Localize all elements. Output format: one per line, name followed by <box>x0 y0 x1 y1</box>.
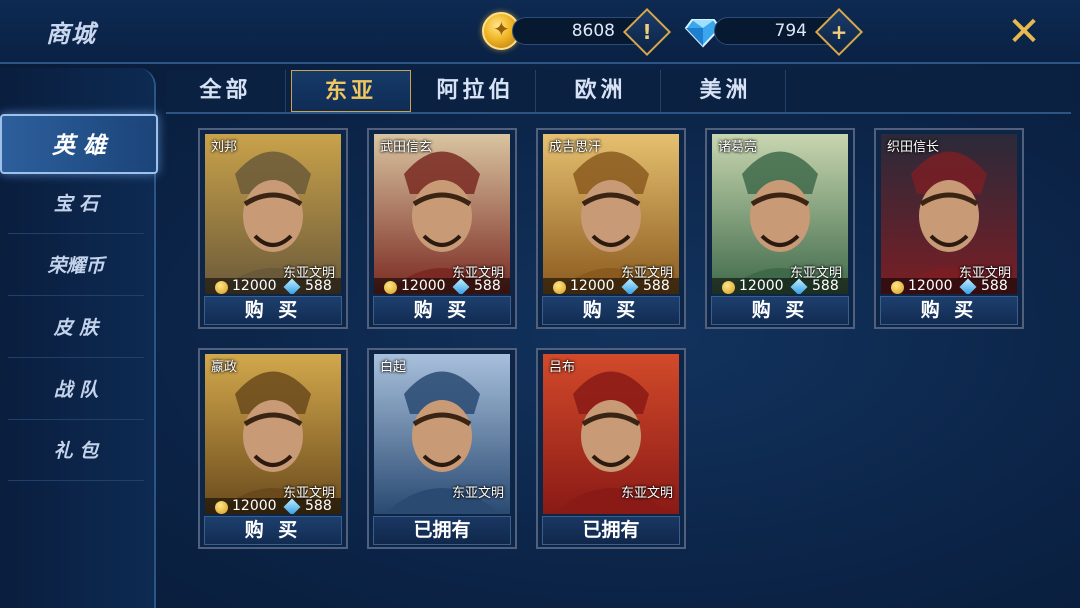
buy-button[interactable]: 购 买 <box>880 296 1018 325</box>
diamond-icon <box>452 278 470 294</box>
gold-price: 12000 <box>232 278 277 294</box>
gold-coin-icon <box>891 281 904 294</box>
exclamation-icon: ! <box>642 20 652 44</box>
gold-coin-icon <box>553 281 566 294</box>
diamond-icon <box>283 278 301 294</box>
sidebar-item-teams[interactable]: 战 队 <box>8 360 144 420</box>
hero-name: 吕布 <box>549 360 576 375</box>
gold-coin-icon <box>384 281 397 294</box>
hero-card[interactable]: 武田信玄 东亚文明 12000 588 购 买 <box>367 128 517 329</box>
gold-coin-icon <box>722 281 735 294</box>
close-button[interactable]: ✕ <box>1004 12 1044 52</box>
price-row: 12000 588 <box>205 498 341 514</box>
hero-name: 成吉思汗 <box>549 140 602 155</box>
hero-card[interactable]: 诸葛亮 东亚文明 12000 588 购 买 <box>705 128 855 329</box>
region-tabs: 全部 东亚 阿拉伯 欧洲 美洲 <box>166 70 1071 114</box>
tab-all[interactable]: 全部 <box>166 70 286 112</box>
category-sidebar: 英 雄 宝 石 荣耀币 皮 肤 战 队 礼 包 <box>0 68 158 608</box>
hero-portrait: 武田信玄 东亚文明 12000 588 <box>374 134 510 294</box>
hero-card[interactable]: 白起东亚文明已拥有 <box>367 348 517 549</box>
tab-americas[interactable]: 美洲 <box>666 70 786 112</box>
gold-price: 12000 <box>739 278 784 294</box>
hero-portrait: 诸葛亮 东亚文明 12000 588 <box>712 134 848 294</box>
hero-portrait: 吕布东亚文明 <box>543 354 679 514</box>
diamond-amount: 794 <box>774 21 807 41</box>
hero-card[interactable]: 织田信长 东亚文明 12000 588 购 买 <box>874 128 1024 329</box>
tab-arabia[interactable]: 阿拉伯 <box>416 70 536 112</box>
hero-card[interactable]: 吕布东亚文明已拥有 <box>536 348 686 549</box>
tab-europe[interactable]: 欧洲 <box>541 70 661 112</box>
hero-name: 诸葛亮 <box>718 140 758 155</box>
sidebar-item-skins[interactable]: 皮 肤 <box>8 298 144 358</box>
hero-card[interactable]: 刘邦 东亚文明 12000 588 购 买 <box>198 128 348 329</box>
gold-amount: 8608 <box>571 21 615 41</box>
diamond-price: 588 <box>474 278 501 294</box>
tab-east-asia[interactable]: 东亚 <box>291 70 411 112</box>
diamond-price: 588 <box>981 278 1008 294</box>
buy-button[interactable]: 购 买 <box>711 296 849 325</box>
hero-name: 武田信玄 <box>380 140 433 155</box>
price-row: 12000 588 <box>712 278 848 294</box>
gold-price: 12000 <box>570 278 615 294</box>
sidebar-item-packs[interactable]: 礼 包 <box>8 421 144 481</box>
sidebar-item-heroes[interactable]: 英 雄 <box>0 114 158 174</box>
plus-icon: + <box>830 20 848 44</box>
buy-button[interactable]: 购 买 <box>204 516 342 545</box>
add-diamond-button[interactable]: + <box>814 7 864 57</box>
owned-label-button: 已拥有 <box>542 516 680 545</box>
diamond-price: 588 <box>305 498 332 514</box>
civilization-label: 东亚文明 <box>451 486 504 501</box>
price-row: 12000 588 <box>543 278 679 294</box>
hero-portrait: 嬴政 东亚文明 12000 588 <box>205 354 341 514</box>
gold-coin-icon <box>215 281 228 294</box>
hero-name: 刘邦 <box>211 140 238 155</box>
hero-portrait: 刘邦 东亚文明 12000 588 <box>205 134 341 294</box>
owned-label-button: 已拥有 <box>373 516 511 545</box>
gold-coin-icon <box>215 501 228 514</box>
hero-card[interactable]: 嬴政 东亚文明 12000 588 购 买 <box>198 348 348 549</box>
hero-card[interactable]: 成吉思汗 东亚文明 12000 588 购 买 <box>536 128 686 329</box>
civilization-label: 东亚文明 <box>620 486 673 501</box>
close-icon: ✕ <box>1007 9 1041 55</box>
price-row: 12000 588 <box>374 278 510 294</box>
diamond-icon <box>621 278 639 294</box>
hero-name: 嬴政 <box>211 360 238 375</box>
buy-button[interactable]: 购 买 <box>542 296 680 325</box>
hero-name: 白起 <box>380 360 407 375</box>
diamond-price: 588 <box>812 278 839 294</box>
sidebar-item-gems[interactable]: 宝 石 <box>8 174 144 234</box>
diamond-price: 588 <box>643 278 670 294</box>
page-title: 商城 <box>46 20 96 48</box>
gold-price: 12000 <box>401 278 446 294</box>
price-row: 12000 588 <box>881 278 1017 294</box>
diamond-icon <box>790 278 808 294</box>
hero-name: 织田信长 <box>887 140 940 155</box>
price-row: 12000 588 <box>205 278 341 294</box>
diamond-icon <box>283 498 301 514</box>
buy-button[interactable]: 购 买 <box>204 296 342 325</box>
diamond-icon <box>959 278 977 294</box>
hero-portrait: 织田信长 东亚文明 12000 588 <box>881 134 1017 294</box>
sidebar-item-glory-coins[interactable]: 荣耀币 <box>8 236 144 296</box>
hero-portrait: 白起东亚文明 <box>374 354 510 514</box>
gold-price: 12000 <box>908 278 953 294</box>
hero-portrait: 成吉思汗 东亚文明 12000 588 <box>543 134 679 294</box>
buy-button[interactable]: 购 买 <box>373 296 511 325</box>
diamond-price: 588 <box>305 278 332 294</box>
gold-info-button[interactable]: ! <box>622 7 672 57</box>
gold-price: 12000 <box>232 498 277 514</box>
top-bar: 商城 8608 ! 794 + ✕ <box>0 0 1080 64</box>
